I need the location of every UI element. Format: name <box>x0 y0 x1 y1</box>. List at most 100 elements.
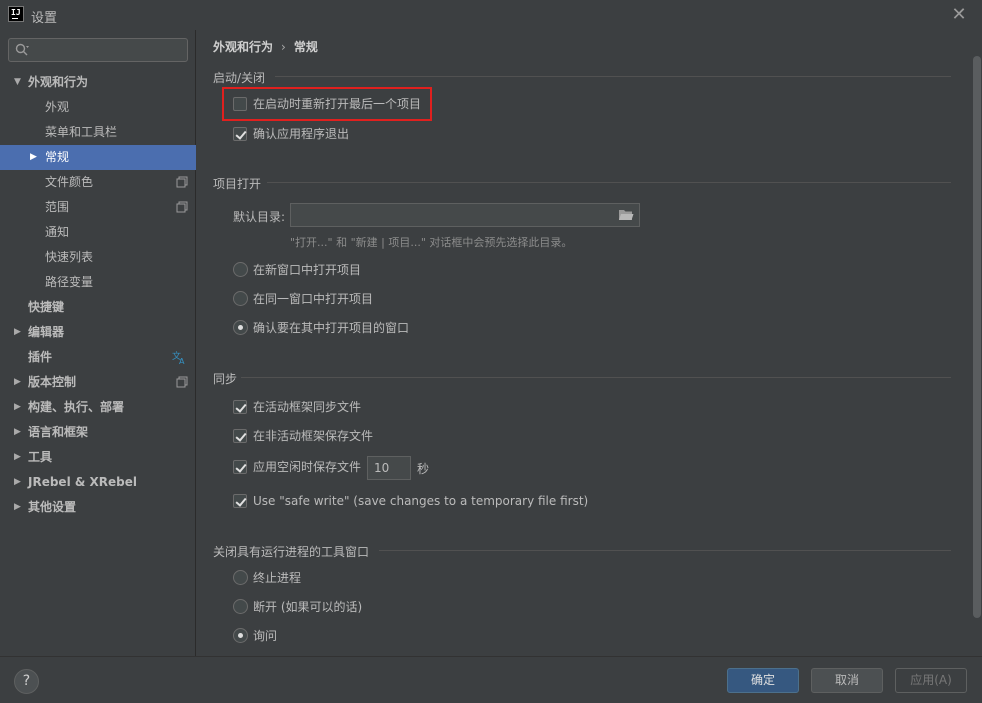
checkbox-label: 确认应用程序退出 <box>253 127 350 141</box>
sidebar-item-plugins[interactable]: 插件 文 A <box>0 345 196 370</box>
cancel-button[interactable]: 取消 <box>811 668 883 693</box>
dialog-footer: ? 确定 取消 应用(A) <box>0 656 982 703</box>
default-directory-label: 默认目录: <box>233 210 286 224</box>
content-scrollbar[interactable] <box>973 56 981 618</box>
project-level-icon <box>176 176 188 188</box>
sidebar-item-general[interactable]: ▶ 常规 <box>0 145 196 170</box>
sidebar-item-label: 快捷键 <box>28 300 65 314</box>
sidebar-item-label: 外观 <box>45 100 70 114</box>
chevron-right-icon: ▶ <box>14 477 21 487</box>
svg-text:A: A <box>179 357 185 365</box>
radio-label: 断开 (如果可以的话) <box>253 600 363 614</box>
breadcrumb-parent[interactable]: 外观和行为 <box>213 40 273 54</box>
sidebar-item-path-variables[interactable]: 路径变量 <box>0 270 196 295</box>
ok-button[interactable]: 确定 <box>727 668 799 693</box>
sidebar-item-label: 编辑器 <box>28 325 65 339</box>
sidebar-item-quick-lists[interactable]: 快速列表 <box>0 245 196 270</box>
sidebar-item-notifications[interactable]: 通知 <box>0 220 196 245</box>
sidebar-item-appearance-behavior[interactable]: ▼ 外观和行为 <box>0 70 196 95</box>
section-divider <box>379 550 951 551</box>
search-input[interactable] <box>35 42 185 58</box>
radio-label: 在同一窗口中打开项目 <box>253 292 374 306</box>
sidebar-item-scopes[interactable]: 范围 <box>0 195 196 220</box>
translate-icon: 文 A <box>172 350 185 365</box>
save-on-idle-checkbox[interactable] <box>233 460 247 474</box>
chevron-right-icon: ▶ <box>14 427 21 437</box>
title-bar: IJ 设置 ✕ <box>0 0 982 30</box>
sidebar-item-label: 文件颜色 <box>45 175 94 189</box>
chevron-right-icon: ▶ <box>14 377 21 387</box>
sidebar-item-label: 版本控制 <box>28 375 77 389</box>
idle-seconds-unit: 秒 <box>417 462 430 476</box>
section-divider <box>241 377 951 378</box>
sync-on-activation-checkbox[interactable] <box>233 400 247 414</box>
section-title-project-open: 项目打开 <box>213 177 262 191</box>
chevron-right-icon: ▶ <box>14 327 21 337</box>
chevron-down-icon: ▼ <box>14 77 21 87</box>
confirm-window-radio[interactable] <box>233 320 248 335</box>
folder-icon[interactable] <box>618 208 634 222</box>
search-box[interactable] <box>8 38 188 62</box>
project-level-icon <box>176 201 188 213</box>
sidebar-item-jrebel[interactable]: ▶ JRebel & XRebel <box>0 470 196 495</box>
open-in-new-window-radio[interactable] <box>233 262 248 277</box>
chevron-right-icon: ▶ <box>14 452 21 462</box>
sidebar-item-languages-frameworks[interactable]: ▶ 语言和框架 <box>0 420 196 445</box>
settings-sidebar: ▼ 外观和行为 外观 菜单和工具栏 ▶ 常规 文件颜色 范围 通知 快速列表 路… <box>0 30 196 656</box>
chevron-right-icon: ▶ <box>14 402 21 412</box>
idle-seconds-input[interactable]: 10 <box>367 456 411 480</box>
default-directory-field[interactable] <box>290 203 640 227</box>
confirm-exit-checkbox[interactable] <box>233 127 247 141</box>
sidebar-item-tools[interactable]: ▶ 工具 <box>0 445 196 470</box>
sidebar-item-label: 外观和行为 <box>28 75 89 89</box>
section-title-startup: 启动/关闭 <box>213 71 266 85</box>
open-in-same-window-radio[interactable] <box>233 291 248 306</box>
safe-write-checkbox[interactable] <box>233 494 247 508</box>
search-icon <box>15 43 29 56</box>
sidebar-item-keymap[interactable]: 快捷键 <box>0 295 196 320</box>
project-level-icon <box>176 376 188 388</box>
sidebar-item-other-settings[interactable]: ▶ 其他设置 <box>0 495 196 520</box>
sidebar-item-file-colors[interactable]: 文件颜色 <box>0 170 196 195</box>
annotation-highlight-box <box>222 87 432 121</box>
radio-label: 在新窗口中打开项目 <box>253 263 362 277</box>
sidebar-item-build-execution-deployment[interactable]: ▶ 构建、执行、部署 <box>0 395 196 420</box>
apply-button[interactable]: 应用(A) <box>895 668 967 693</box>
sidebar-item-appearance[interactable]: 外观 <box>0 95 196 120</box>
section-divider <box>267 182 951 183</box>
ask-radio[interactable] <box>233 628 248 643</box>
default-directory-hint: "打开..." 和 "新建 | 项目..." 对话框中会预先选择此目录。 <box>290 236 573 249</box>
checkbox-label: 应用空闲时保存文件 <box>253 460 362 474</box>
window-title: 设置 <box>31 11 58 26</box>
sidebar-item-version-control[interactable]: ▶ 版本控制 <box>0 370 196 395</box>
close-icon[interactable]: ✕ <box>948 4 970 26</box>
sidebar-item-label: 常规 <box>45 150 70 164</box>
radio-label: 确认要在其中打开项目的窗口 <box>253 321 410 335</box>
sidebar-item-label: 构建、执行、部署 <box>28 400 125 414</box>
sidebar-item-editor[interactable]: ▶ 编辑器 <box>0 320 196 345</box>
help-button[interactable]: ? <box>14 669 39 694</box>
sidebar-item-label: 范围 <box>45 200 70 214</box>
checkbox-label: 在非活动框架保存文件 <box>253 429 374 443</box>
radio-label: 询问 <box>253 629 278 643</box>
sidebar-item-label: 其他设置 <box>28 500 77 514</box>
disconnect-radio[interactable] <box>233 599 248 614</box>
terminate-process-radio[interactable] <box>233 570 248 585</box>
intellij-logo-icon: IJ <box>8 6 24 22</box>
sidebar-item-label: 菜单和工具栏 <box>45 125 118 139</box>
breadcrumb: 外观和行为 › 常规 <box>213 38 318 55</box>
sidebar-item-label: 通知 <box>45 225 70 239</box>
sidebar-item-label: 快速列表 <box>45 250 94 264</box>
sidebar-item-label: 插件 <box>28 350 53 364</box>
sidebar-item-menus-toolbars[interactable]: 菜单和工具栏 <box>0 120 196 145</box>
chevron-right-icon: ▶ <box>30 152 37 162</box>
chevron-right-icon: ▶ <box>14 502 21 512</box>
radio-label: 终止进程 <box>253 571 302 585</box>
save-on-deactivation-checkbox[interactable] <box>233 429 247 443</box>
settings-content: 外观和行为 › 常规 启动/关闭 在启动时重新打开最后一个项目 确认应用程序退出 项… <box>197 30 982 656</box>
breadcrumb-separator: › <box>281 40 286 54</box>
section-divider <box>275 76 951 77</box>
checkbox-label: 在活动框架同步文件 <box>253 400 362 414</box>
checkbox-label: Use "safe write" (save changes to a temp… <box>253 494 589 508</box>
sidebar-item-label: JRebel & XRebel <box>28 475 137 489</box>
